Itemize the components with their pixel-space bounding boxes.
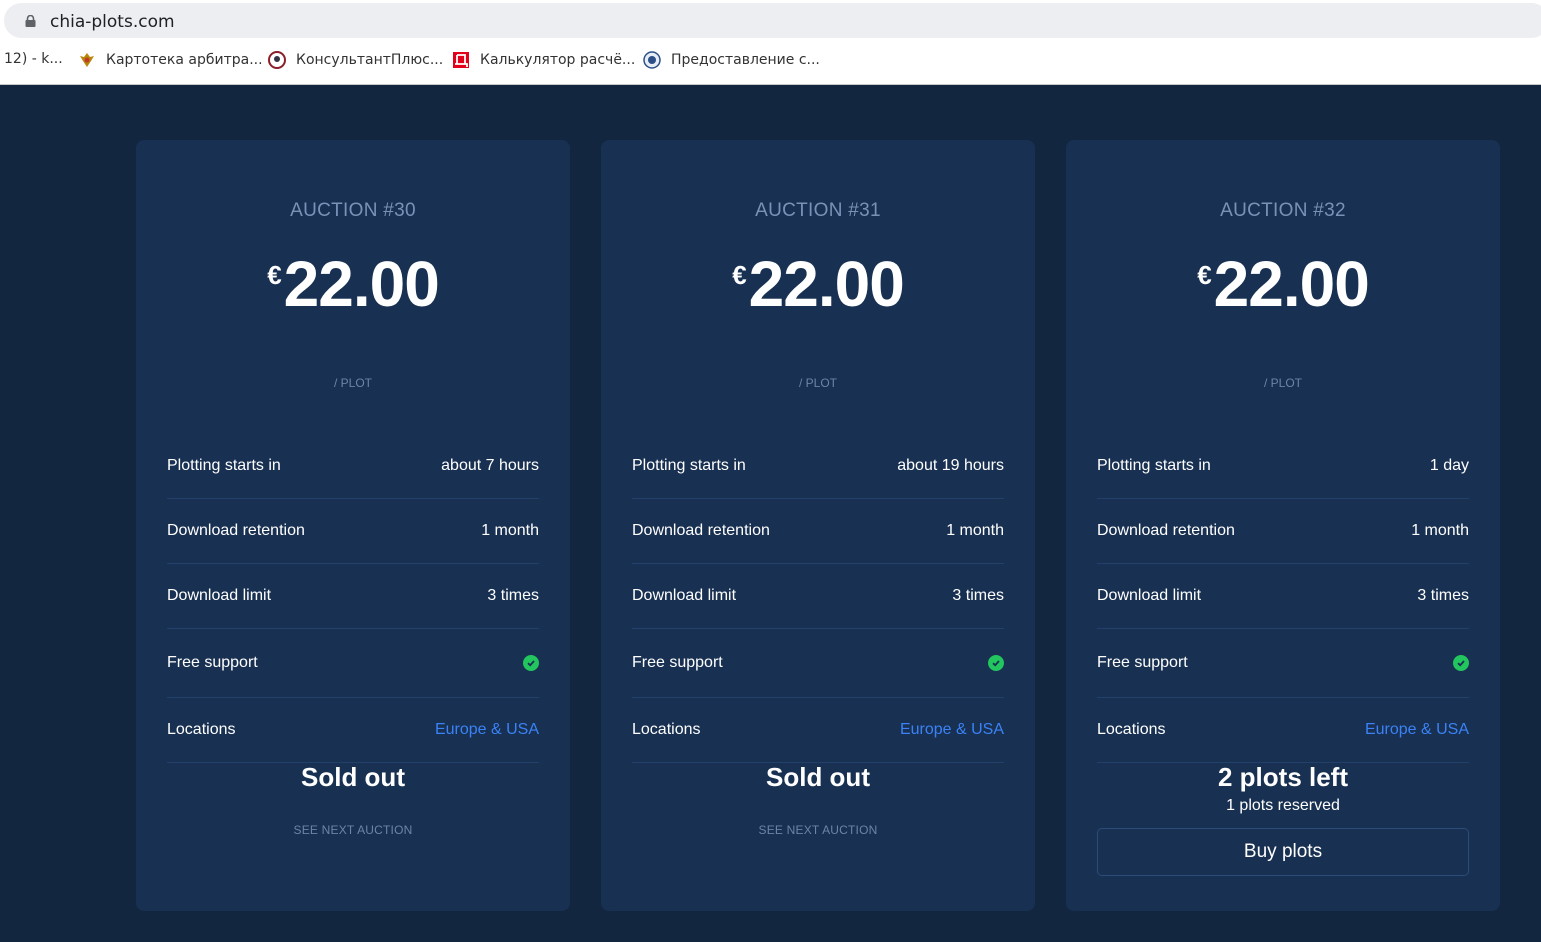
- feature-row-locations: Locations Europe & USA: [167, 698, 539, 763]
- feature-value: 3 times: [952, 587, 1004, 604]
- check-icon: [988, 655, 1004, 671]
- features-list: Plotting starts in about 7 hours Downloa…: [167, 434, 539, 763]
- feature-label: Plotting starts in: [167, 457, 281, 474]
- feature-value: 3 times: [487, 587, 539, 604]
- feature-row-plotting: Plotting starts in about 19 hours: [632, 434, 1004, 499]
- feature-value: 1 month: [481, 522, 539, 539]
- feature-label: Free support: [167, 654, 258, 671]
- feature-row-limit: Download limit 3 times: [167, 564, 539, 629]
- browser-chrome: chia-plots.com 12) - k... Картотека арби…: [0, 0, 1541, 85]
- feature-label: Download retention: [1097, 522, 1235, 539]
- feature-label: Download limit: [167, 587, 272, 604]
- plots-left-status: 2 plots left: [1217, 762, 1348, 792]
- bookmark-3[interactable]: КонсультантПлюс...: [268, 51, 443, 69]
- auction-title: AUCTION #31: [755, 200, 881, 221]
- feature-row-retention: Download retention 1 month: [1097, 499, 1469, 564]
- feature-row-support: Free support: [632, 629, 1004, 698]
- check-icon: [1453, 655, 1469, 671]
- currency-symbol: €: [732, 260, 747, 290]
- sold-out-status: Sold out: [766, 762, 870, 792]
- bookmark-label: КонсультантПлюс...: [296, 52, 444, 68]
- locations-link[interactable]: Europe & USA: [1365, 721, 1469, 739]
- currency-symbol: €: [267, 260, 282, 290]
- auction-card-31: AUCTION #31 €22.00 / PLOT Plotting start…: [601, 140, 1035, 911]
- feature-label: Download limit: [1097, 587, 1202, 604]
- feature-row-limit: Download limit 3 times: [632, 564, 1004, 629]
- price-unit: / PLOT: [1263, 376, 1302, 390]
- auction-card-32: AUCTION #32 €22.00 / PLOT Plotting start…: [1066, 140, 1500, 911]
- check-icon: [523, 655, 539, 671]
- see-next-auction-link[interactable]: SEE NEXT AUCTION: [136, 823, 570, 837]
- feature-label: Plotting starts in: [1097, 457, 1211, 474]
- features-list: Plotting starts in about 19 hours Downlo…: [632, 434, 1004, 763]
- feature-row-locations: Locations Europe & USA: [632, 698, 1004, 763]
- feature-row-support: Free support: [167, 629, 539, 698]
- feature-row-plotting: Plotting starts in 1 day: [1097, 434, 1469, 499]
- price-amount: 22.00: [748, 248, 905, 320]
- price: €22.00: [1066, 247, 1500, 321]
- feature-label: Locations: [1097, 721, 1166, 738]
- locations-link[interactable]: Europe & USA: [435, 721, 539, 739]
- feature-row-retention: Download retention 1 month: [167, 499, 539, 564]
- auction-title: AUCTION #30: [290, 200, 416, 221]
- features-list: Plotting starts in 1 day Download retent…: [1097, 434, 1469, 763]
- feature-label: Plotting starts in: [632, 457, 746, 474]
- url-text: chia-plots.com: [50, 12, 175, 32]
- plots-reserved-text: 1 plots reserved: [1226, 797, 1340, 814]
- feature-value: about 19 hours: [897, 457, 1004, 474]
- feature-value: 3 times: [1417, 587, 1469, 604]
- bookmark-5[interactable]: Предоставление с...: [643, 51, 820, 69]
- seal-icon: [643, 51, 661, 69]
- feature-label: Download retention: [632, 522, 770, 539]
- feature-label: Free support: [1097, 654, 1188, 671]
- feature-label: Locations: [167, 721, 236, 738]
- bookmark-label: Калькулятор расчё...: [480, 52, 636, 68]
- lock-icon: [25, 15, 36, 27]
- bookmark-label: Картотека арбитра...: [106, 52, 263, 68]
- bookmark-4[interactable]: Калькулятор расчё...: [452, 51, 635, 69]
- locations-link[interactable]: Europe & USA: [900, 721, 1004, 739]
- auction-title: AUCTION #32: [1220, 200, 1346, 221]
- see-next-auction-link[interactable]: SEE NEXT AUCTION: [601, 823, 1035, 837]
- sold-out-status: Sold out: [301, 762, 405, 792]
- bookmark-label: 12) - k...: [4, 51, 63, 67]
- auction-card-30: AUCTION #30 €22.00 / PLOT Plotting start…: [136, 140, 570, 911]
- price: €22.00: [601, 247, 1035, 321]
- price-amount: 22.00: [1213, 248, 1370, 320]
- price: €22.00: [136, 247, 570, 321]
- address-bar[interactable]: chia-plots.com: [4, 3, 1541, 38]
- bookmark-2[interactable]: Картотека арбитра...: [78, 51, 263, 69]
- bookmark-1[interactable]: 12) - k...: [4, 51, 63, 67]
- currency-symbol: €: [1197, 260, 1212, 290]
- feature-row-plotting: Plotting starts in about 7 hours: [167, 434, 539, 499]
- feature-row-retention: Download retention 1 month: [632, 499, 1004, 564]
- pricing-page: AUCTION #30 €22.00 / PLOT Plotting start…: [0, 85, 1541, 942]
- buy-plots-button[interactable]: Buy plots: [1097, 828, 1469, 876]
- price-unit: / PLOT: [798, 376, 837, 390]
- price-unit: / PLOT: [333, 376, 372, 390]
- feature-value: 1 month: [946, 522, 1004, 539]
- feature-row-locations: Locations Europe & USA: [1097, 698, 1469, 763]
- feature-label: Free support: [632, 654, 723, 671]
- feature-label: Download retention: [167, 522, 305, 539]
- feature-label: Download limit: [632, 587, 737, 604]
- bookmark-label: Предоставление с...: [671, 52, 820, 68]
- feature-value: 1 month: [1411, 522, 1469, 539]
- consultant-icon: [268, 51, 286, 69]
- feature-row-limit: Download limit 3 times: [1097, 564, 1469, 629]
- feature-row-support: Free support: [1097, 629, 1469, 698]
- feature-value: 1 day: [1429, 457, 1469, 474]
- red-d-icon: [453, 52, 469, 68]
- eagle-emblem-icon: [80, 53, 94, 67]
- price-amount: 22.00: [283, 248, 440, 320]
- bookmarks-bar: 12) - k... Картотека арбитра... Консульт…: [0, 46, 1541, 76]
- feature-value: about 7 hours: [441, 457, 539, 474]
- feature-label: Locations: [632, 721, 701, 738]
